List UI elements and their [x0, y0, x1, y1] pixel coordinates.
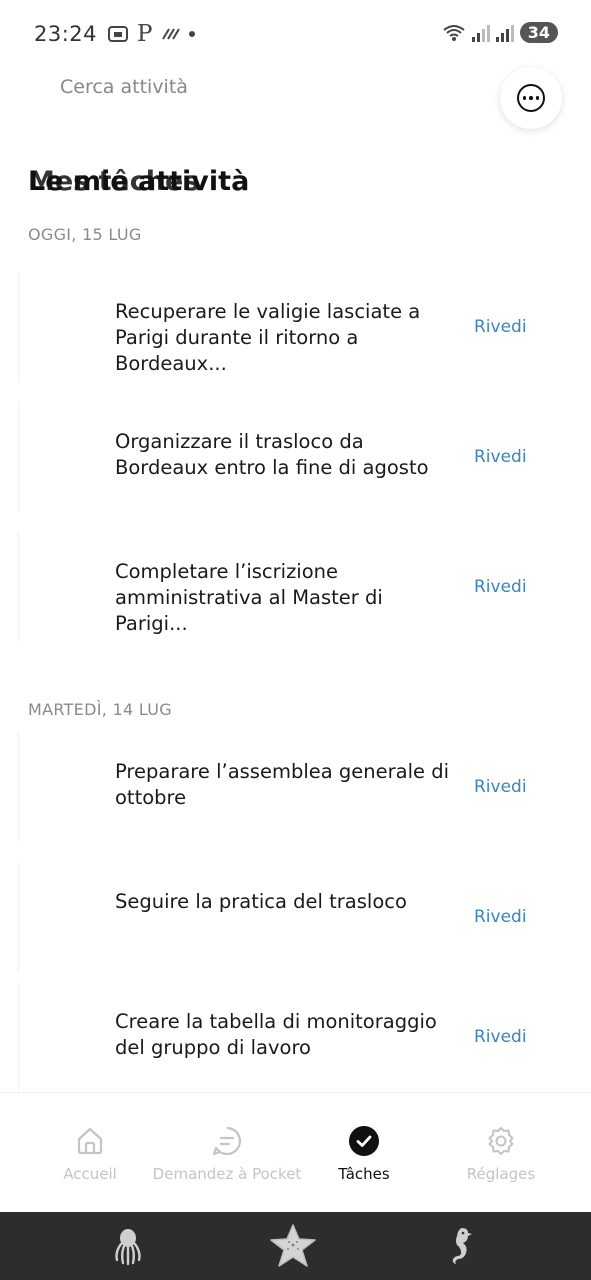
- task-text: Creare la tabella di monitoraggio del gr…: [115, 1010, 437, 1059]
- wifi-icon: [443, 24, 465, 41]
- parking-icon: P: [137, 21, 153, 47]
- nav-label: Réglages: [466, 1165, 536, 1183]
- nav-label: Tâches: [338, 1165, 390, 1183]
- home-icon: [74, 1125, 106, 1157]
- more-options-button[interactable]: [500, 67, 562, 129]
- status-left-icons: P: [107, 21, 195, 47]
- search-input[interactable]: [60, 76, 460, 98]
- more-horizontal-icon: [517, 84, 545, 112]
- review-link[interactable]: Rivedi: [474, 577, 527, 597]
- seahorse-recents-icon[interactable]: [440, 1222, 480, 1270]
- nav-item-ask-pocket[interactable]: Demandez à Pocket: [152, 1093, 302, 1213]
- notification-dot-icon: [188, 31, 195, 37]
- nav-item-home[interactable]: Accueil: [15, 1093, 165, 1213]
- task-card[interactable]: Recuperare le valigie lasciate a Parigi …: [18, 262, 570, 392]
- task-card[interactable]: Creare la tabella di monitoraggio del gr…: [18, 972, 570, 1102]
- task-text: Preparare l’assemblea generale di ottobr…: [115, 760, 450, 809]
- nav-item-tasks[interactable]: Tâches: [289, 1093, 439, 1213]
- nav-label: Demandez à Pocket: [152, 1165, 302, 1183]
- chat-icon: [211, 1125, 243, 1157]
- section-header-tuesday: MARTEDÌ, 14 LUG: [28, 700, 172, 719]
- page-title-wrap: Mes tâches Le mie attività: [28, 166, 328, 206]
- starfish-home-icon[interactable]: [268, 1222, 318, 1270]
- system-navigation-bar: [0, 1212, 591, 1280]
- task-text: Recuperare le valigie lasciate a Parigi …: [115, 300, 421, 375]
- check-circle-icon: [348, 1125, 380, 1157]
- gear-icon: [485, 1125, 517, 1157]
- review-link[interactable]: Rivedi: [474, 907, 527, 927]
- review-link[interactable]: Rivedi: [474, 1027, 527, 1047]
- signal-2-icon: [495, 24, 514, 42]
- status-time: 23:24: [34, 22, 98, 46]
- octopus-back-icon[interactable]: [108, 1222, 148, 1270]
- task-card[interactable]: Preparare l’assemblea generale di ottobr…: [18, 722, 570, 852]
- nfc-icon: [161, 28, 180, 40]
- signal-1-icon: [471, 24, 490, 42]
- task-text: Seguire la pratica del trasloco: [115, 890, 407, 913]
- task-card[interactable]: Completare l’iscrizione amministrativa a…: [18, 522, 570, 652]
- screenshot-icon: [108, 26, 129, 42]
- section-header-today: OGGI, 15 LUG: [28, 225, 142, 244]
- task-text: Organizzare il trasloco da Bordeaux entr…: [115, 430, 429, 479]
- task-card[interactable]: Organizzare il trasloco da Bordeaux entr…: [18, 392, 570, 522]
- page-title: Le mie attività: [28, 166, 250, 197]
- task-text: Completare l’iscrizione amministrativa a…: [115, 560, 383, 635]
- nav-item-settings[interactable]: Réglages: [426, 1093, 576, 1213]
- review-link[interactable]: Rivedi: [474, 317, 527, 337]
- task-card[interactable]: Seguire la pratica del trasloco Rivedi: [18, 852, 570, 982]
- bottom-navigation: Accueil Demandez à Pocket Tâches Réglage…: [0, 1092, 591, 1212]
- battery-indicator: 34: [519, 22, 558, 43]
- status-right-icons: 34: [442, 22, 558, 43]
- status-bar: 23:24 P 34: [0, 0, 591, 68]
- review-link[interactable]: Rivedi: [474, 777, 527, 797]
- nav-label: Accueil: [63, 1165, 117, 1183]
- review-link[interactable]: Rivedi: [474, 447, 527, 467]
